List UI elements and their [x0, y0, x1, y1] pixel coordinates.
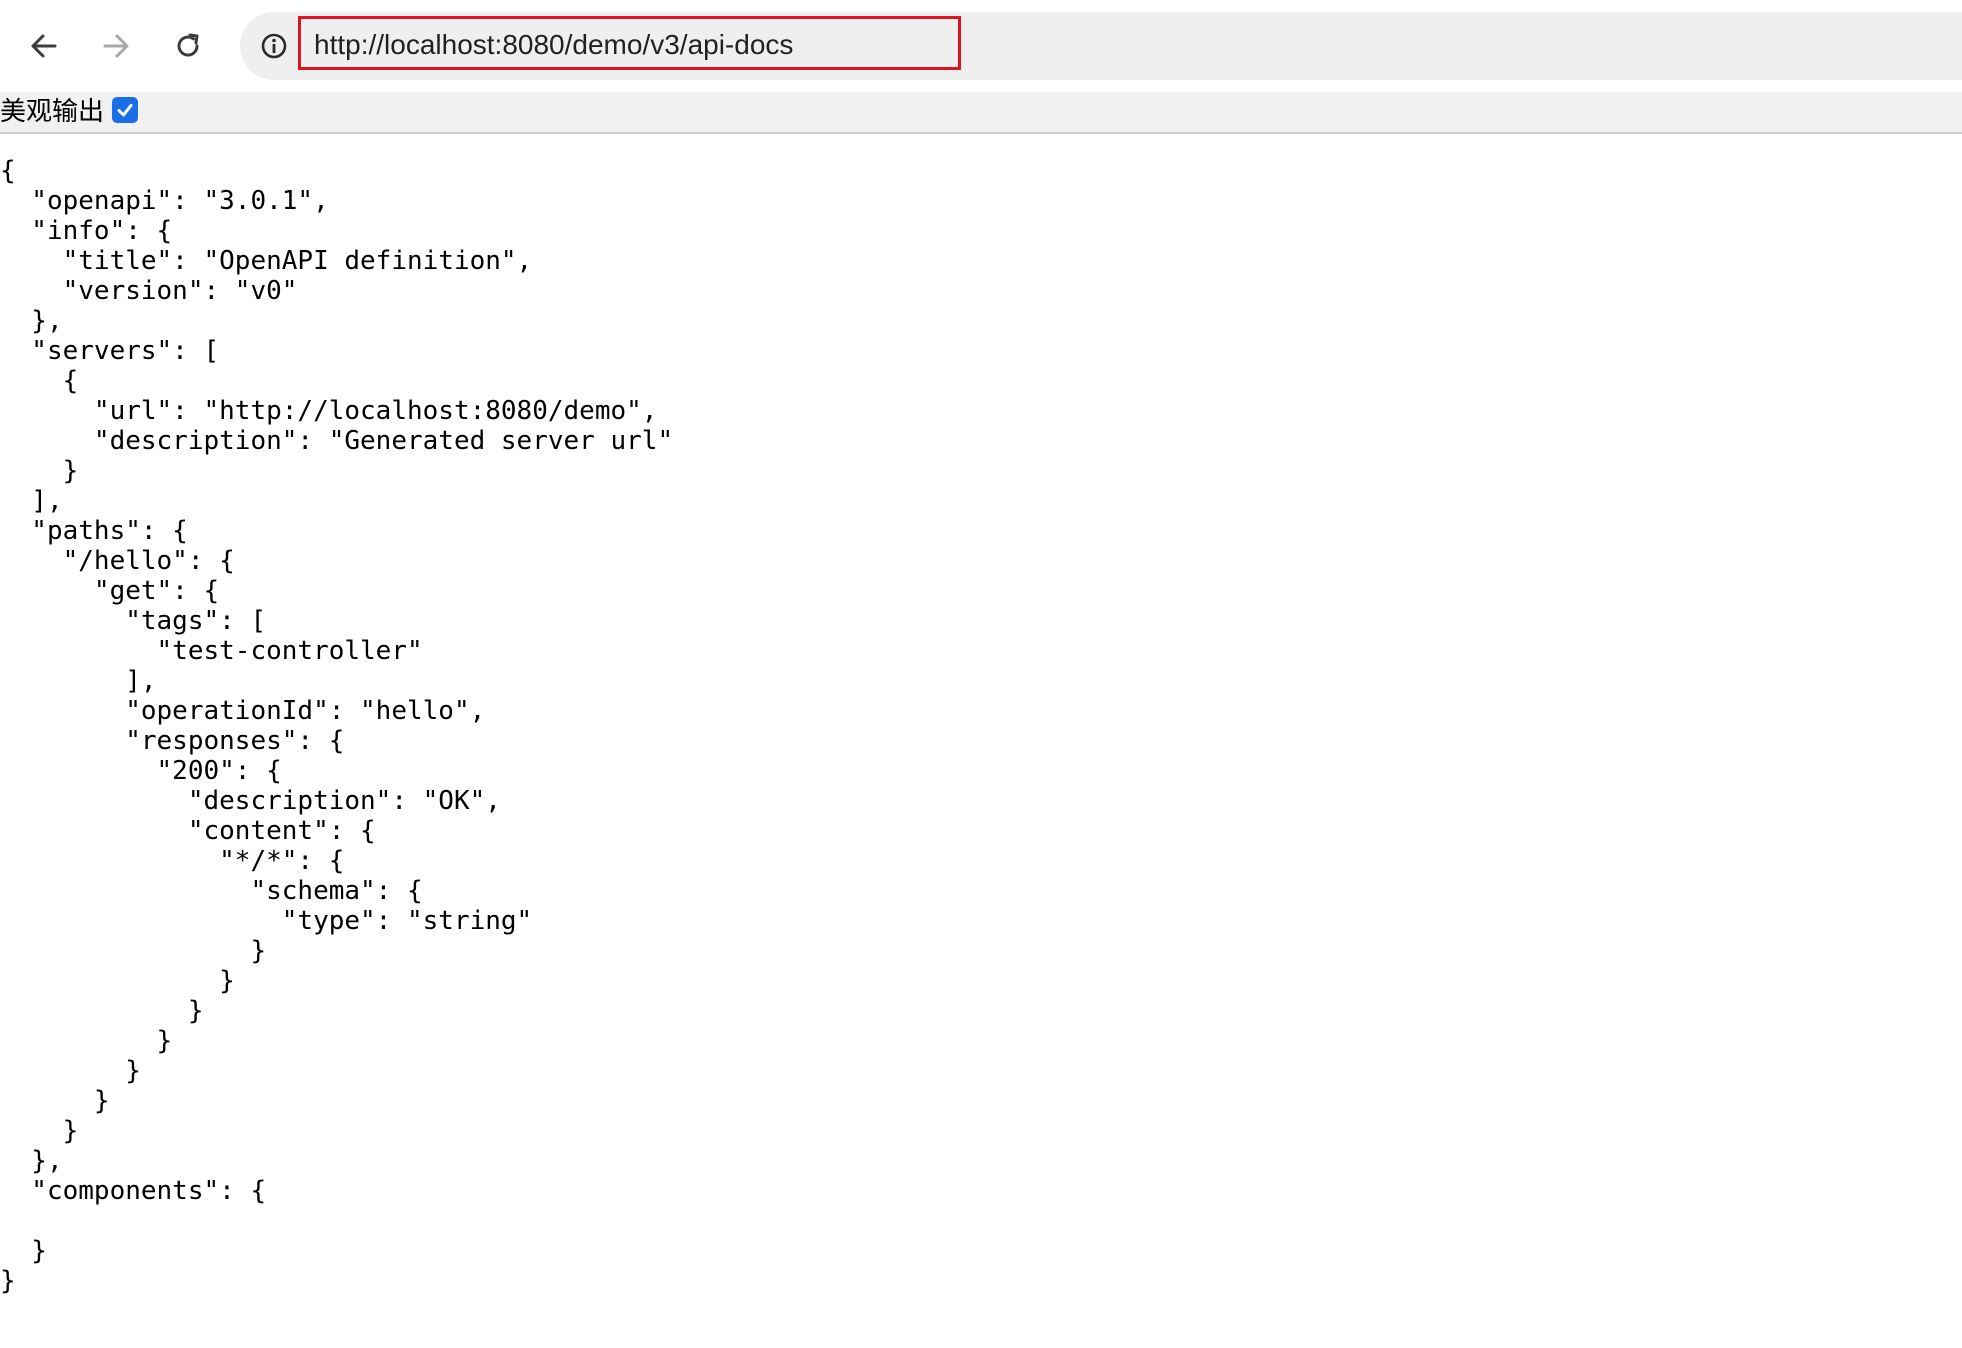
json-content: { "openapi": "3.0.1", "info": { "title":… [0, 156, 674, 1296]
browser-toolbar: http://localhost:8080/demo/v3/api-docs [0, 0, 1962, 92]
url-text[interactable]: http://localhost:8080/demo/v3/api-docs [314, 26, 793, 64]
forward-button[interactable] [92, 22, 140, 70]
arrow-right-icon [103, 34, 129, 58]
reload-button[interactable] [164, 22, 212, 70]
pretty-print-label: 美观输出 [0, 97, 105, 127]
checkmark-icon [117, 104, 133, 117]
pretty-print-checkbox[interactable] [112, 97, 138, 123]
address-bar[interactable]: http://localhost:8080/demo/v3/api-docs [240, 12, 1962, 80]
back-button[interactable] [20, 22, 68, 70]
arrow-left-icon [31, 34, 57, 58]
pretty-print-bar: 美观输出 [0, 92, 1962, 134]
info-icon[interactable] [258, 30, 290, 62]
reload-icon [177, 33, 199, 57]
